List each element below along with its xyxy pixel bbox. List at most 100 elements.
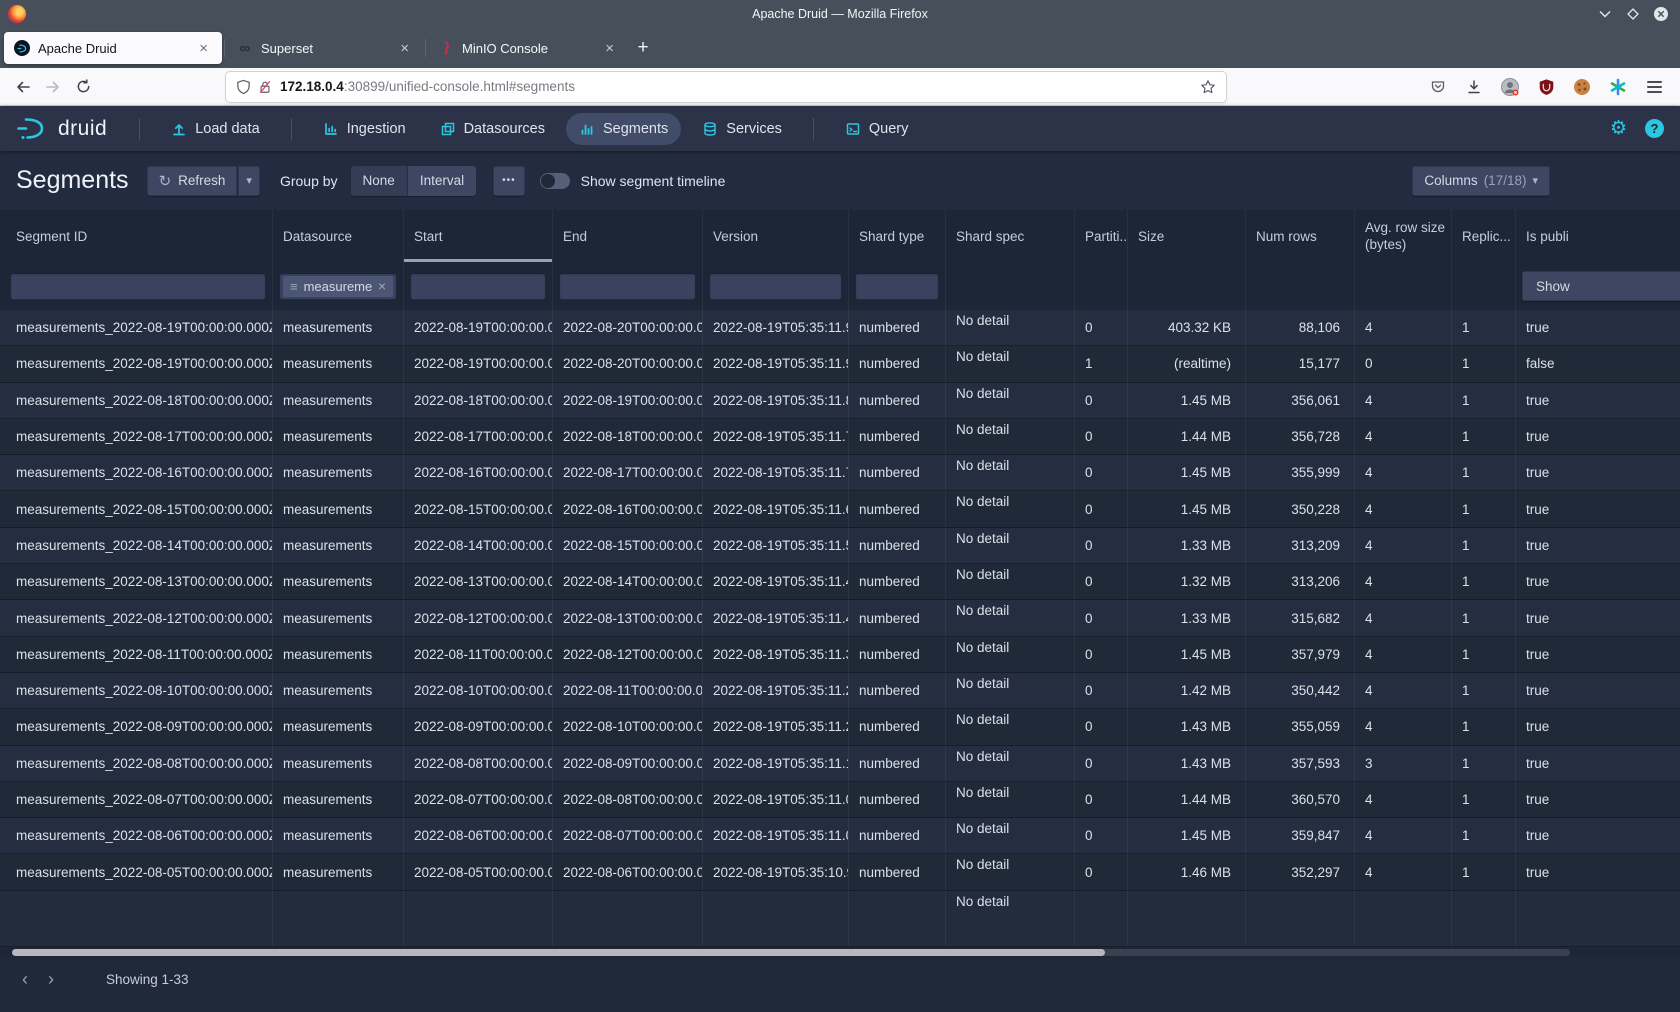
cell-end: 2022-08-13T00:00:00.0... <box>553 600 703 635</box>
filter-input-datasource[interactable]: ≡measureme× <box>279 273 397 300</box>
cell-size: 1.45 MB <box>1128 818 1246 853</box>
filter-input-start[interactable] <box>410 273 546 300</box>
cell-segment_id <box>0 891 273 946</box>
cell-start: 2022-08-08T00:00:00.0... <box>404 746 553 781</box>
table-row[interactable]: measurements_2022-08-17T00:00:00.000Z...… <box>0 419 1680 455</box>
cell-segment_id: measurements_2022-08-12T00:00:00.000Z... <box>0 600 273 635</box>
table-row[interactable]: measurements_2022-08-16T00:00:00.000Z...… <box>0 455 1680 491</box>
column-header-end[interactable]: End <box>553 210 703 262</box>
column-header-version[interactable]: Version <box>703 210 849 262</box>
window-maximize-button[interactable] <box>1624 5 1642 23</box>
forward-button[interactable] <box>38 72 68 102</box>
more-options-button[interactable]: ••• <box>493 166 525 196</box>
horizontal-scrollbar[interactable] <box>0 947 1680 957</box>
table-row[interactable]: measurements_2022-08-14T00:00:00.000Z...… <box>0 528 1680 564</box>
is-published-filter-button[interactable]: Show <box>1522 271 1680 301</box>
table-row[interactable]: measurements_2022-08-06T00:00:00.000Z...… <box>0 818 1680 854</box>
table-row[interactable]: measurements_2022-08-11T00:00:00.000Z...… <box>0 637 1680 673</box>
tab-minio-console[interactable]: MinIO Console × <box>428 32 628 64</box>
column-header-size[interactable]: Size <box>1128 210 1246 262</box>
table-row[interactable]: measurements_2022-08-19T00:00:00.000Z...… <box>0 346 1680 382</box>
pocket-icon[interactable] <box>1424 73 1452 101</box>
table-row[interactable]: measurements_2022-08-13T00:00:00.000Z...… <box>0 564 1680 600</box>
settings-gear-icon[interactable]: ⚙ <box>1610 119 1627 138</box>
back-button[interactable] <box>8 72 38 102</box>
table-row[interactable]: measurements_2022-08-15T00:00:00.000Z...… <box>0 491 1680 527</box>
window-minimize-button[interactable] <box>1596 5 1614 23</box>
tab-close-icon[interactable]: × <box>601 40 618 57</box>
reload-button[interactable] <box>68 72 98 102</box>
segment-timeline-toggle[interactable] <box>540 173 570 189</box>
asterisk-extension-icon[interactable] <box>1604 73 1632 101</box>
nav-item-query[interactable]: Query <box>832 113 922 145</box>
column-header-datasource[interactable]: Datasource <box>273 210 404 262</box>
filter-input-segment_id[interactable] <box>10 273 266 300</box>
table-row[interactable]: measurements_2022-08-19T00:00:00.000Z...… <box>0 310 1680 346</box>
columns-button[interactable]: Columns (17/18) ▾ <box>1412 166 1550 196</box>
cell-size: 1.43 MB <box>1128 709 1246 744</box>
tab-superset[interactable]: ∞ Superset × <box>227 32 423 64</box>
bookmark-star-icon[interactable] <box>1200 79 1216 95</box>
column-header-shard_type[interactable]: Shard type <box>849 210 946 262</box>
help-icon[interactable]: ? <box>1645 119 1664 138</box>
cell-segment_id: measurements_2022-08-13T00:00:00.000Z... <box>0 564 273 599</box>
column-header-partition[interactable]: Partiti... <box>1075 210 1128 262</box>
url-bar[interactable]: 172.18.0.4:30899/unified-console.html#se… <box>226 72 1226 102</box>
url-text[interactable]: 172.18.0.4:30899/unified-console.html#se… <box>280 79 1200 94</box>
table-row[interactable]: measurements_2022-08-12T00:00:00.000Z...… <box>0 600 1680 636</box>
table-row[interactable]: measurements_2022-08-09T00:00:00.000Z...… <box>0 709 1680 745</box>
nav-item-services[interactable]: Services <box>689 113 795 145</box>
scrollbar-thumb[interactable] <box>12 949 1105 956</box>
url-path: :30899/unified-console.html#segments <box>344 79 575 94</box>
nav-item-segments[interactable]: Segments <box>566 113 681 145</box>
menu-hamburger-icon[interactable] <box>1640 73 1668 101</box>
table-row[interactable]: measurements_2022-08-05T00:00:00.000Z...… <box>0 854 1680 890</box>
column-header-is_published[interactable]: Is publi <box>1516 210 1680 262</box>
filter-input-shard_type[interactable] <box>855 273 939 300</box>
load-data-icon <box>171 121 187 137</box>
table-row[interactable]: measurements_2022-08-10T00:00:00.000Z...… <box>0 673 1680 709</box>
tab-apache-druid[interactable]: Apache Druid × <box>4 32 222 64</box>
column-header-segment_id[interactable]: Segment ID <box>0 210 273 262</box>
filter-input-version[interactable] <box>709 273 842 300</box>
cell-shard_spec: No detail <box>946 455 1075 490</box>
refresh-button[interactable]: ↻ Refresh <box>147 166 238 196</box>
nav-item-load-data[interactable]: Load data <box>158 113 273 145</box>
previous-page-button[interactable]: ‹ <box>12 967 38 993</box>
tab-close-icon[interactable]: × <box>396 40 413 57</box>
downloads-icon[interactable] <box>1460 73 1488 101</box>
group-by-interval-button[interactable]: Interval <box>407 166 476 196</box>
filter-tag-remove-icon[interactable]: × <box>378 278 386 294</box>
refresh-dropdown-button[interactable]: ▾ <box>238 166 260 196</box>
insecure-lock-icon[interactable] <box>258 79 272 95</box>
nav-item-ingestion[interactable]: Ingestion <box>310 113 419 145</box>
next-page-button[interactable]: › <box>38 967 64 993</box>
column-header-avg_row_size[interactable]: Avg. row size(bytes) <box>1355 210 1452 262</box>
table-row[interactable]: measurements_2022-08-08T00:00:00.000Z...… <box>0 746 1680 782</box>
group-by-none-button[interactable]: None <box>351 166 407 196</box>
ublock-origin-icon[interactable] <box>1532 73 1560 101</box>
column-header-num_rows[interactable]: Num rows <box>1246 210 1355 262</box>
column-header-start[interactable]: Start <box>404 210 553 262</box>
table-row[interactable]: measurements_2022-08-07T00:00:00.000Z...… <box>0 782 1680 818</box>
new-tab-button[interactable]: + <box>628 33 658 63</box>
druid-logo[interactable]: druid <box>16 115 107 142</box>
shield-icon[interactable] <box>236 79 251 95</box>
table-row-partial[interactable]: No detail <box>0 891 1680 947</box>
cell-num_rows: 360,570 <box>1246 782 1355 817</box>
datasource-filter-tag[interactable]: ≡measureme× <box>283 276 393 297</box>
cell-end: 2022-08-15T00:00:00.0... <box>553 528 703 563</box>
cell-segment_id: measurements_2022-08-19T00:00:00.000Z... <box>0 346 273 381</box>
column-header-replication[interactable]: Replic... <box>1452 210 1516 262</box>
tab-close-icon[interactable]: × <box>195 40 212 57</box>
cell-is_published: true <box>1516 782 1680 817</box>
table-row[interactable]: measurements_2022-08-18T00:00:00.000Z...… <box>0 383 1680 419</box>
window-title: Apache Druid — Mozilla Firefox <box>0 7 1680 21</box>
window-close-button[interactable] <box>1652 5 1670 23</box>
cell-shard_spec: No detail <box>946 419 1075 454</box>
column-header-shard_spec[interactable]: Shard spec <box>946 210 1075 262</box>
cookie-extension-icon[interactable] <box>1568 73 1596 101</box>
nav-item-datasources[interactable]: Datasources <box>427 113 558 145</box>
extension-account-icon[interactable] <box>1496 73 1524 101</box>
filter-input-end[interactable] <box>559 273 696 300</box>
